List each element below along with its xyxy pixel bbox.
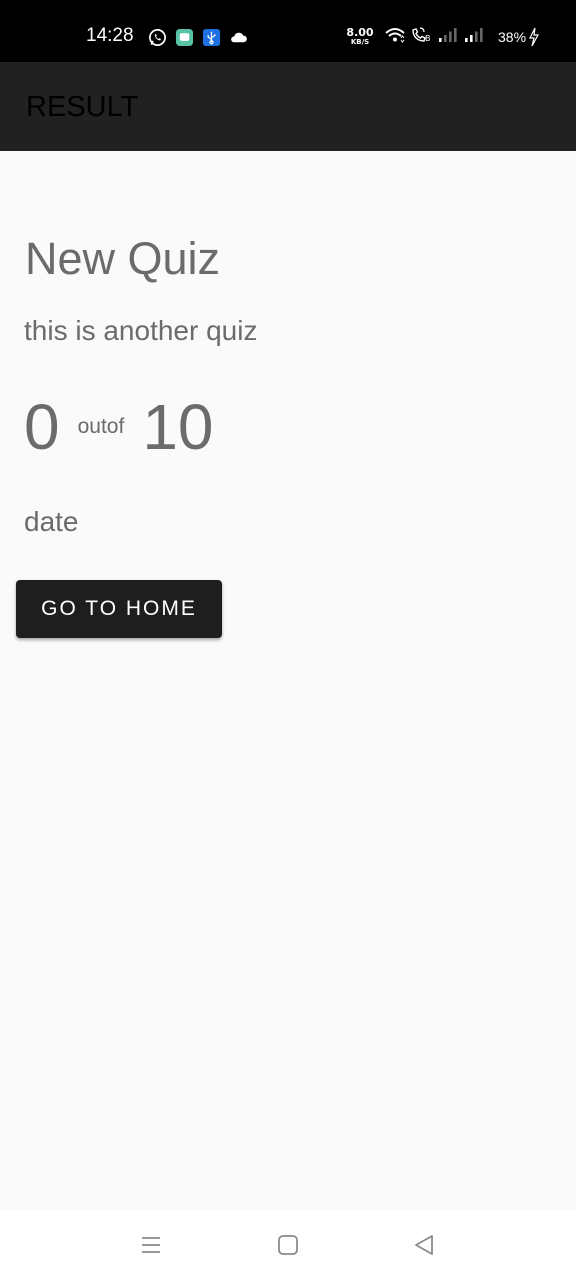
status-bar: 14:28 8.00 KB/S B 38% xyxy=(0,0,576,62)
signal-icon xyxy=(464,26,486,49)
outof-label: outof xyxy=(77,415,125,438)
network-speed-value: 8.00 xyxy=(346,26,374,39)
message-app-icon xyxy=(175,28,194,47)
quiz-title: New Quiz xyxy=(25,233,221,284)
svg-text:B: B xyxy=(425,34,431,43)
system-icons: B xyxy=(384,26,486,48)
go-to-home-button[interactable]: GO TO HOME xyxy=(16,580,222,638)
score-value: 0 xyxy=(24,391,60,463)
status-time: 14:28 xyxy=(86,25,134,46)
quiz-description: this is another quiz xyxy=(24,315,258,346)
back-triangle-icon[interactable] xyxy=(411,1232,437,1258)
usb-icon xyxy=(202,28,221,47)
volte-call-icon: B xyxy=(410,26,434,49)
whatsapp-icon xyxy=(148,28,167,47)
network-speed-unit: KB/S xyxy=(350,38,370,46)
app-bar: RESULT xyxy=(0,62,576,151)
notification-icons xyxy=(148,27,248,47)
battery-percent: 38% xyxy=(498,29,527,45)
score-total: 10 xyxy=(142,391,214,463)
wifi-icon xyxy=(384,26,406,49)
recents-menu-icon[interactable] xyxy=(138,1232,164,1258)
cloud-icon xyxy=(229,28,248,47)
system-nav-bar xyxy=(0,1210,576,1280)
charging-bolt-icon xyxy=(528,27,540,52)
network-speed: 8.00 KB/S xyxy=(345,27,375,46)
home-square-icon[interactable] xyxy=(275,1232,301,1258)
quiz-date: date xyxy=(24,506,79,537)
page-title: RESULT xyxy=(26,91,139,123)
signal-icon xyxy=(438,26,460,49)
score-row: 0 outof 10 xyxy=(24,387,214,467)
